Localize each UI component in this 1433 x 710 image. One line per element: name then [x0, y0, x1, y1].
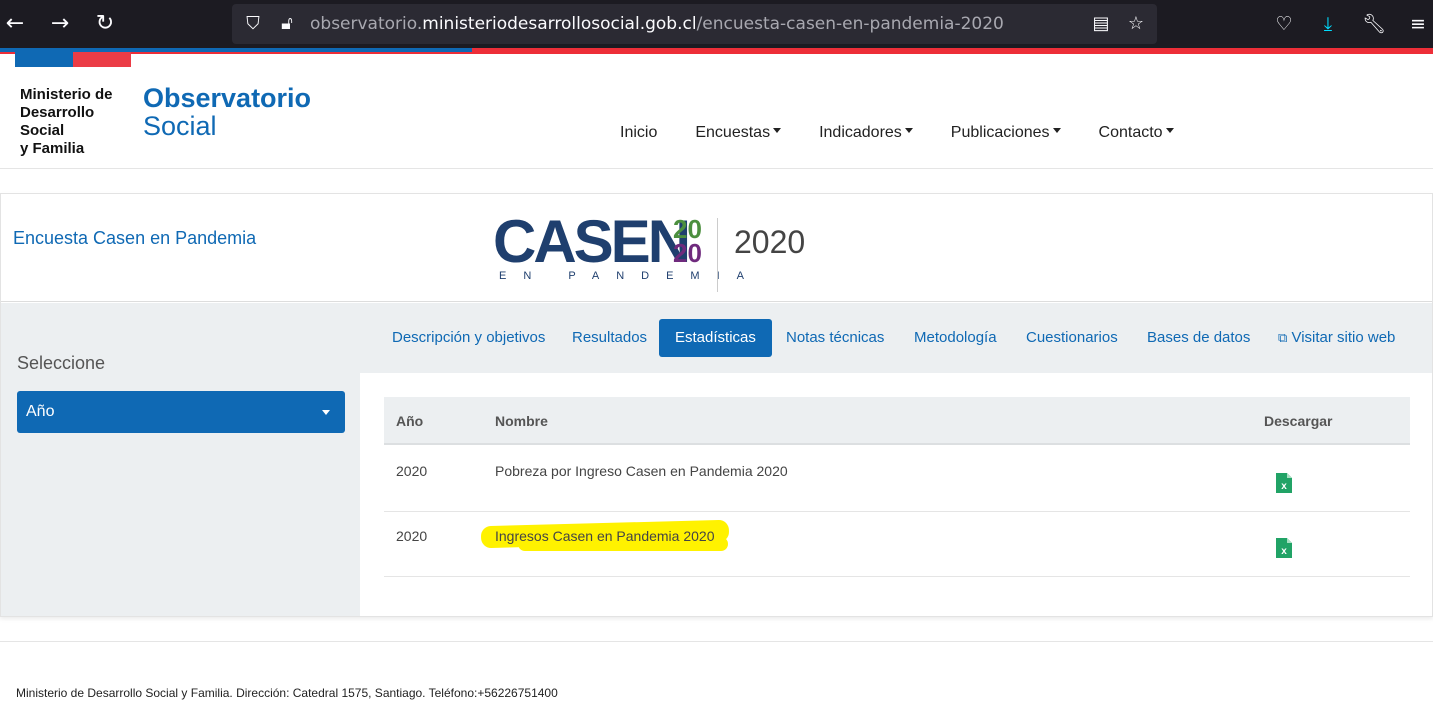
tab-notas-tecnicas[interactable]: Notas técnicas — [770, 319, 900, 357]
survey-panel: Encuesta Casen en Pandemia CASEN 20 20 E… — [0, 193, 1433, 617]
reload-icon[interactable]: ↻ — [90, 9, 120, 39]
casen-logo: CASEN 20 20 EN PANDEMIA — [493, 208, 761, 283]
row-name: Ingresos Casen en Pandemia 2020 — [495, 528, 715, 544]
reader-view-icon[interactable]: ▤ — [1090, 13, 1112, 35]
caret-down-icon — [1052, 128, 1061, 134]
pocket-icon[interactable]: ♡ — [1269, 9, 1299, 39]
arrow-right-icon[interactable]: → — [45, 9, 75, 39]
shield-icon[interactable]: ⛉ — [242, 13, 264, 35]
survey-title-link[interactable]: Encuesta Casen en Pandemia — [13, 228, 256, 249]
year-dropdown[interactable]: Año — [17, 391, 345, 433]
table-row: 2020 Ingresos Casen en Pandemia 2020 x — [384, 512, 1410, 577]
svg-text:x: x — [1281, 481, 1287, 492]
footer-divider — [0, 641, 1433, 642]
arrow-left-icon[interactable]: ← — [0, 9, 30, 39]
address-bar[interactable]: ⛉ 🔓︎ observatorio.ministeriodesarrolloso… — [232, 4, 1157, 44]
header-name: Nombre — [495, 413, 548, 429]
survey-year: 2020 — [734, 224, 806, 260]
tab-visitar-sitio[interactable]: ⧉ Visitar sitio web — [1262, 319, 1411, 357]
row-name: Pobreza por Ingreso Casen en Pandemia 20… — [495, 463, 788, 479]
caret-down-icon — [322, 410, 330, 415]
nav-inicio[interactable]: Inicio — [620, 124, 657, 142]
nav-indicadores[interactable]: Indicadores — [819, 124, 913, 142]
table-row: 2020 Pobreza por Ingreso Casen en Pandem… — [384, 447, 1410, 512]
table-header: Año Nombre Descargar — [384, 397, 1410, 445]
caret-down-icon — [773, 128, 782, 134]
caret-down-icon — [904, 128, 913, 134]
row-year: 2020 — [396, 528, 428, 544]
excel-file-icon[interactable]: x — [1276, 538, 1292, 558]
nav-encuestas[interactable]: Encuestas — [695, 124, 782, 142]
select-label: Seleccione — [17, 353, 106, 373]
svg-text:x: x — [1281, 546, 1287, 557]
tab-descripcion[interactable]: Descripción y objetivos — [376, 319, 561, 357]
survey-body: Seleccione Año Descripción y objetivos R… — [1, 303, 1432, 616]
tab-bases-de-datos[interactable]: Bases de datos — [1131, 319, 1266, 357]
row-year: 2020 — [396, 463, 428, 479]
browser-toolbar: ← → ↻ ⛉ 🔓︎ observatorio.ministeriodesarr… — [0, 0, 1433, 48]
tab-resultados[interactable]: Resultados — [556, 319, 663, 357]
menu-icon[interactable]: ≡ — [1403, 9, 1433, 39]
wrench-icon[interactable]: 🔧︎ — [1359, 9, 1389, 39]
url-text[interactable]: observatorio.ministeriodesarrollosocial.… — [310, 4, 1004, 44]
statistics-table: Año Nombre Descargar 2020 Pobreza por In… — [360, 373, 1432, 616]
ministry-logo[interactable]: Ministerio de Desarrollo Social y Famili… — [20, 86, 130, 158]
flag-strip — [15, 52, 131, 67]
survey-header: Encuesta Casen en Pandemia CASEN 20 20 E… — [1, 194, 1432, 302]
tab-cuestionarios[interactable]: Cuestionarios — [1010, 319, 1134, 357]
main-nav: Inicio Encuestas Indicadores Publicacion… — [620, 124, 1212, 142]
logo-divider — [717, 218, 718, 292]
nav-publicaciones[interactable]: Publicaciones — [951, 124, 1061, 142]
lock-icon[interactable]: 🔓︎ — [276, 13, 298, 35]
bookmark-star-icon[interactable]: ☆ — [1125, 13, 1147, 35]
tab-estadisticas[interactable]: Estadísticas — [659, 319, 772, 357]
caret-down-icon — [1165, 128, 1174, 134]
tab-metodologia[interactable]: Metodología — [898, 319, 1013, 357]
footer-text: Ministerio de Desarrollo Social y Famili… — [16, 686, 558, 700]
external-link-icon: ⧉ — [1278, 331, 1288, 346]
site-header: Ministerio de Desarrollo Social y Famili… — [0, 54, 1433, 169]
nav-contacto[interactable]: Contacto — [1099, 124, 1174, 142]
header-year: Año — [396, 413, 424, 429]
header-download: Descargar — [1264, 413, 1333, 429]
download-icon[interactable]: ⤓ — [1313, 9, 1343, 39]
observatorio-logo[interactable]: Observatorio Social — [143, 83, 311, 140]
excel-file-icon[interactable]: x — [1276, 473, 1292, 493]
